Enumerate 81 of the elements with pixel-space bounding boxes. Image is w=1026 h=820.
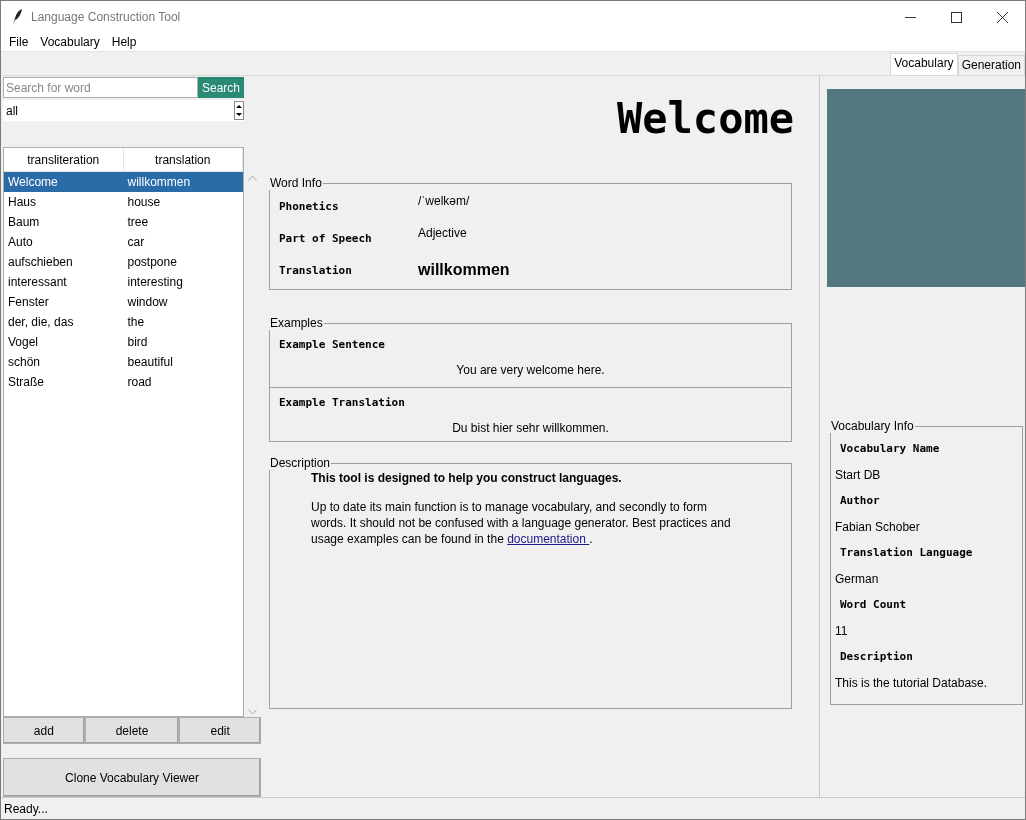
list-button[interactable]: edit <box>179 717 261 745</box>
table-cell-text: Vogel <box>7 335 40 350</box>
menu-item[interactable]: File <box>3 34 35 49</box>
panel-title: Examples <box>269 316 324 331</box>
example-text: You are very welcome here. <box>455 363 606 378</box>
search-field[interactable]: Search for word <box>3 77 198 99</box>
table-cell-text: Auto <box>7 235 34 250</box>
description-text: Up to date its main function is to manage vocabulary, and secondly to form words. It should not be confused with a language generator. Best practices and usage examples can be found in the documentation . <box>311 499 732 548</box>
field-value: /ˈwelkəm/ <box>418 193 470 209</box>
table-row[interactable]: der, die, das the <box>4 312 243 333</box>
table-cell-text: interesting <box>126 275 184 290</box>
table-row[interactable]: Vogel bird <box>4 332 243 353</box>
table-cell-text: car <box>126 235 146 250</box>
field-value: Fabian Schober <box>834 519 921 537</box>
close-icon[interactable] <box>996 11 1008 23</box>
field-value: Adjective <box>418 225 467 241</box>
field-value: Start DB <box>834 467 882 485</box>
table-cell-text: Welcome <box>7 175 59 190</box>
field-label: Translation Language <box>839 545 974 562</box>
field-value: This is the tutorial Database. <box>834 675 989 693</box>
menu-item[interactable]: Vocabulary <box>34 34 106 49</box>
field-value: 11 <box>834 623 849 641</box>
field-label: Example Translation <box>279 396 406 410</box>
table-row[interactable]: interessant interesting <box>4 272 243 293</box>
list-button[interactable]: delete <box>84 717 180 745</box>
documentation-link[interactable]: documentation <box>507 532 590 547</box>
table-row[interactable]: Fenster window <box>4 292 243 313</box>
field-label: Vocabulary Name <box>839 441 941 458</box>
table-cell-text: house <box>126 195 162 210</box>
clone-button[interactable]: Clone Vocabulary Viewer <box>3 758 261 798</box>
table-cell-text: aufschieben <box>7 255 74 270</box>
field-label: Author <box>839 493 881 510</box>
table-cell-text: beautiful <box>126 355 174 370</box>
description-heading: This tool is designed to help you construct languages. <box>311 471 623 486</box>
table-cell-text: der, die, das <box>7 315 75 330</box>
spin-arrows-icon[interactable] <box>234 101 244 121</box>
table-cell-text: interessant <box>7 275 68 290</box>
tab[interactable]: Generation <box>957 55 1025 76</box>
table-row[interactable]: Straße road <box>4 372 243 393</box>
table-cell-text: the <box>126 315 146 330</box>
table-row[interactable]: Haus house <box>4 192 243 213</box>
field-label: Description <box>839 649 914 666</box>
panel-title: Vocabulary Info <box>830 419 915 434</box>
panel-title: Description <box>269 456 332 471</box>
table-row[interactable]: Auto car <box>4 232 243 253</box>
table-cell-text: Straße <box>7 375 45 390</box>
table-cell-text: willkommen <box>126 175 192 190</box>
field-label: Example Sentence <box>279 338 386 352</box>
table-row[interactable]: Welcome willkommen <box>4 172 243 193</box>
panel-title: Word Info <box>269 176 323 191</box>
table-cell-text: Baum <box>7 215 41 230</box>
table-cell-text: tree <box>126 215 150 230</box>
filter-spinbox[interactable]: all <box>3 100 244 122</box>
table-row[interactable]: schön beautiful <box>4 352 243 373</box>
menu-item[interactable]: Help <box>105 34 143 49</box>
field-value: willkommen <box>418 261 510 280</box>
table-cell-text: postpone <box>126 255 178 270</box>
field-label: Part of Speech <box>278 231 373 245</box>
status-text: Ready... <box>1 797 1025 819</box>
word-heading: Welcome <box>616 94 794 144</box>
feather-icon <box>11 9 23 25</box>
list-button[interactable]: add <box>3 717 85 745</box>
maximize-icon[interactable] <box>950 11 962 23</box>
search-button[interactable]: Search <box>198 77 244 99</box>
table-cell-text: Haus <box>7 195 37 210</box>
field-label: Word Count <box>839 597 908 614</box>
table-row[interactable]: Baum tree <box>4 212 243 233</box>
tab[interactable]: Vocabulary <box>890 53 958 76</box>
table-row[interactable]: aufschieben postpone <box>4 252 243 273</box>
table-cell-text: bird <box>126 335 149 350</box>
field-value: German <box>834 571 880 589</box>
field-label: Phonetics <box>278 199 340 213</box>
column-header[interactable]: transliteration <box>4 148 124 172</box>
window-title: Language Construction Tool <box>31 10 181 24</box>
example-text: Du bist hier sehr willkommen. <box>451 421 610 436</box>
field-label: Translation <box>278 263 353 277</box>
table-cell-text: road <box>126 375 153 390</box>
column-header[interactable]: translation <box>123 148 243 172</box>
table-cell-text: schön <box>7 355 42 370</box>
table-cell-text: window <box>126 295 169 310</box>
table-cell-text: Fenster <box>7 295 50 310</box>
